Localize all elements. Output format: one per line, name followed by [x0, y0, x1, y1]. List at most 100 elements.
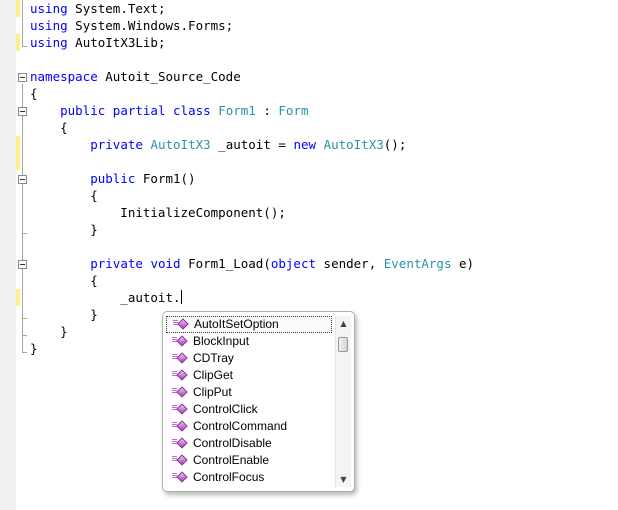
- code-text: :: [255, 103, 279, 118]
- code-type: Form: [278, 103, 309, 118]
- outline-line: [22, 84, 23, 352]
- outline-line-end: [22, 352, 27, 353]
- code-line[interactable]: {: [30, 85, 38, 102]
- code-text: }: [30, 222, 98, 237]
- code-text: AutoItX3Lib;: [67, 35, 166, 50]
- completion-item[interactable]: ClipGet: [166, 367, 332, 384]
- completion-item[interactable]: ControlCommand: [166, 418, 332, 435]
- code-line[interactable]: public partial class Form1 : Form: [30, 102, 309, 119]
- code-type: AutoItX3: [150, 137, 211, 152]
- scroll-thumb[interactable]: [338, 337, 348, 352]
- code-keyword: namespace: [30, 69, 98, 84]
- code-keyword: using: [30, 18, 68, 33]
- code-keyword: private: [90, 256, 143, 271]
- code-type: EventArgs: [383, 256, 452, 271]
- code-line[interactable]: _autoit.: [30, 289, 182, 306]
- completion-item[interactable]: ControlDisable: [166, 435, 332, 452]
- changed-line-marker: [16, 0, 20, 17]
- code-line[interactable]: using AutoItX3Lib;: [30, 34, 165, 51]
- code-line[interactable]: using System.Text;: [30, 0, 165, 17]
- completion-item-label: ClipGet: [193, 368, 234, 382]
- method-icon: [172, 454, 190, 468]
- code-line[interactable]: }: [30, 306, 98, 323]
- code-line[interactable]: }: [30, 323, 68, 340]
- completion-item-label: ControlCommand: [193, 419, 288, 433]
- completion-item[interactable]: ClipPut: [166, 384, 332, 401]
- collapse-constructor-icon[interactable]: [18, 175, 27, 184]
- code-text: e): [451, 256, 475, 271]
- method-icon: [173, 318, 191, 332]
- completion-item[interactable]: ControlClick: [166, 401, 332, 418]
- completion-item[interactable]: ControlFocus: [166, 469, 332, 486]
- completion-item-label: ControlFocus: [193, 470, 265, 484]
- intellisense-popup[interactable]: AutoItSetOption BlockInput CDTray ClipGet Cl…: [162, 311, 355, 492]
- code-text: {: [30, 120, 68, 135]
- completion-item-label: ControlClick: [193, 402, 258, 416]
- completion-item-label: AutoItSetOption: [194, 317, 279, 331]
- completion-item-label: ControlEnable: [193, 453, 270, 467]
- method-icon: [172, 437, 190, 451]
- code-text: {: [30, 273, 98, 288]
- completion-item[interactable]: ControlEnable: [166, 452, 332, 469]
- completion-item[interactable]: AutoItSetOption: [166, 316, 332, 333]
- method-icon: [172, 369, 190, 383]
- outline-line: [22, 0, 23, 46]
- code-line[interactable]: private AutoItX3 _autoit = new AutoItX3(…: [30, 136, 406, 153]
- method-icon: [172, 471, 190, 485]
- outline-line-end: [22, 233, 27, 234]
- code-keyword: void: [150, 256, 181, 271]
- completion-scrollbar[interactable]: ▲ ▼: [335, 316, 351, 487]
- code-keyword: object: [270, 256, 317, 271]
- code-type: Form1: [218, 103, 256, 118]
- outline-line-end: [22, 318, 27, 319]
- code-line[interactable]: using System.Windows.Forms;: [30, 17, 233, 34]
- code-line[interactable]: {: [30, 187, 98, 204]
- code-keyword: class: [173, 103, 211, 118]
- code-type: AutoItX3: [323, 137, 384, 152]
- code-line[interactable]: {: [30, 119, 68, 136]
- outline-line-end: [22, 46, 27, 47]
- completion-item-label: ControlDisable: [193, 436, 272, 450]
- code-text: {: [30, 86, 38, 101]
- code-line[interactable]: }: [30, 340, 38, 357]
- code-text: }: [30, 324, 68, 339]
- code-keyword: using: [30, 1, 68, 16]
- code-line[interactable]: }: [30, 221, 98, 238]
- code-keyword: using: [30, 35, 68, 50]
- code-text: }: [30, 307, 98, 322]
- code-text: Form1(): [135, 171, 196, 186]
- outline-line-end: [22, 335, 27, 336]
- method-icon: [172, 403, 190, 417]
- scroll-down-icon[interactable]: ▼: [336, 472, 351, 487]
- completion-item[interactable]: BlockInput: [166, 333, 332, 350]
- code-text: System.Windows.Forms;: [67, 18, 234, 33]
- code-line[interactable]: private void Form1_Load(object sender, E…: [30, 255, 474, 272]
- completion-item-label: ClipPut: [193, 385, 232, 399]
- code-line[interactable]: InitializeComponent();: [30, 204, 286, 221]
- code-text: ();: [383, 137, 407, 152]
- method-icon: [172, 335, 190, 349]
- code-line[interactable]: namespace Autoit_Source_Code: [30, 68, 241, 85]
- code-text: sender,: [316, 256, 384, 271]
- code-text: Autoit_Source_Code: [97, 69, 241, 84]
- scroll-up-icon[interactable]: ▲: [336, 316, 351, 331]
- code-line[interactable]: public Form1(): [30, 170, 196, 187]
- code-text: }: [30, 341, 38, 356]
- collapse-namespace-icon[interactable]: [18, 73, 27, 82]
- completion-list[interactable]: AutoItSetOption BlockInput CDTray ClipGet Cl…: [166, 316, 332, 486]
- code-keyword: partial: [112, 103, 166, 118]
- collapse-method-icon[interactable]: [18, 260, 27, 269]
- code-text: InitializeComponent();: [30, 205, 286, 220]
- completion-item[interactable]: CDTray: [166, 350, 332, 367]
- code-line[interactable]: {: [30, 272, 98, 289]
- collapse-class-icon[interactable]: [18, 107, 27, 116]
- code-text: _autoit.: [30, 290, 181, 305]
- method-icon: [172, 352, 190, 366]
